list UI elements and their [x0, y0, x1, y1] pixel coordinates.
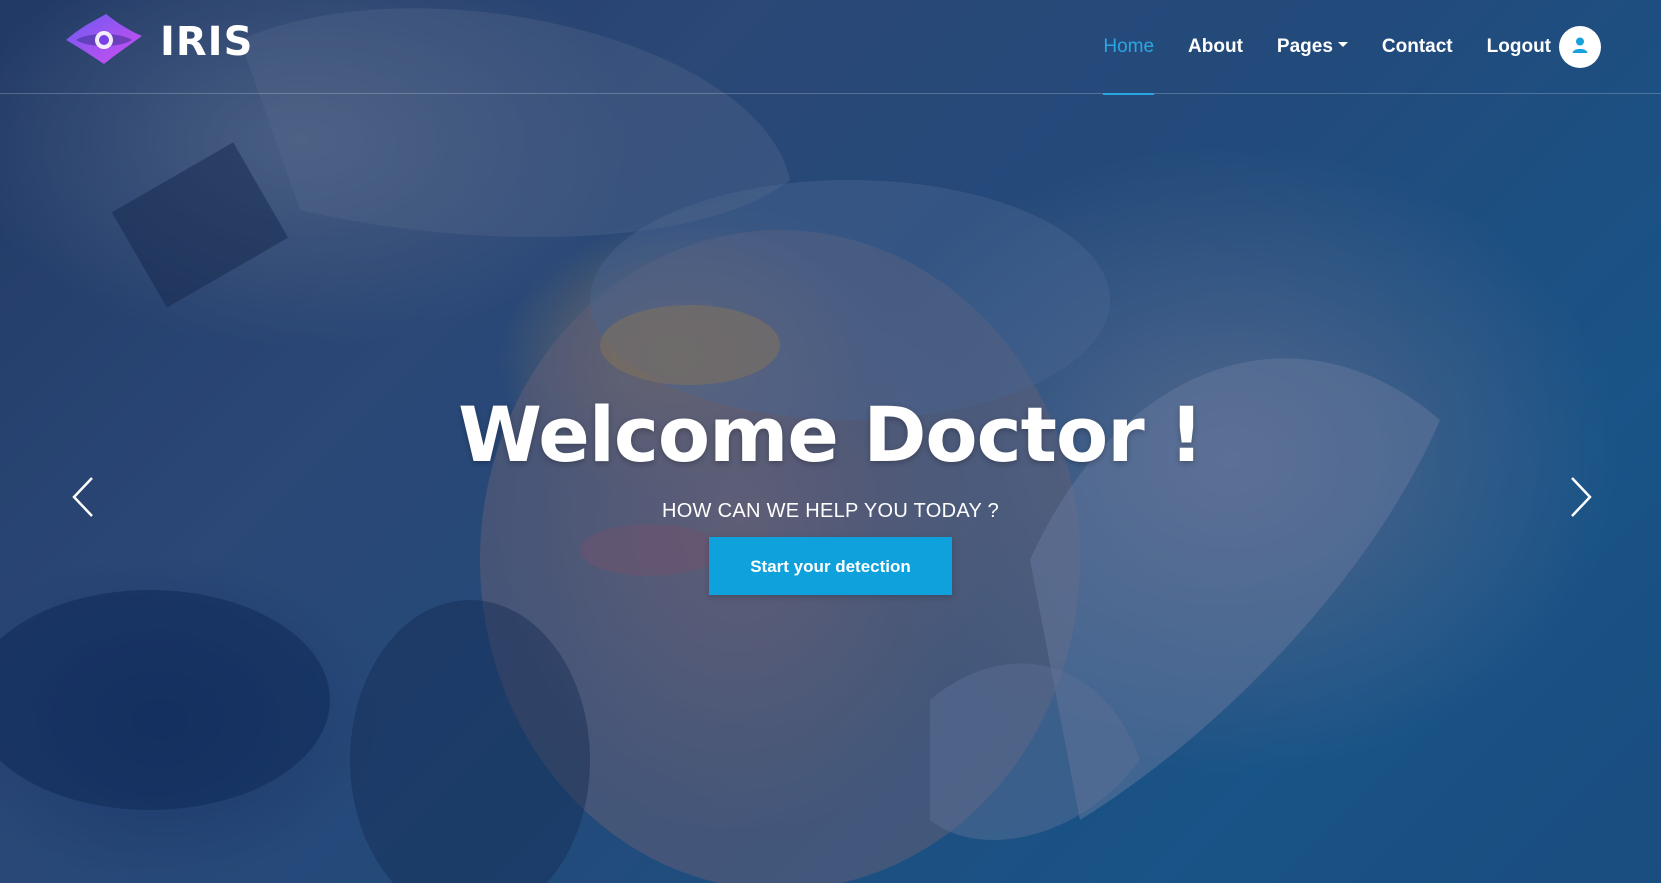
nav-logout-label: Logout [1486, 36, 1551, 57]
hero-title: Welcome Doctor ! [458, 390, 1204, 479]
user-avatar-button[interactable] [1559, 26, 1601, 68]
nav-contact[interactable]: Contact [1382, 0, 1453, 94]
nav-about-label: About [1188, 36, 1243, 57]
brand[interactable]: IRIS [62, 12, 253, 71]
nav-links: Home About Pages Contact Logout [1069, 0, 1601, 95]
hero-carousel: IRIS Home About Pages Contact Logout Wel… [0, 0, 1661, 883]
hero-subtitle: HOW CAN WE HELP YOU TODAY ? [661, 500, 1000, 522]
nav-home[interactable]: Home [1103, 0, 1155, 95]
nav-home-label: Home [1103, 36, 1155, 57]
nav-logout[interactable]: Logout [1487, 0, 1551, 94]
start-detection-button[interactable]: Start your detection [709, 537, 952, 595]
nav-pages-label: Pages [1276, 36, 1333, 57]
hero-content: Welcome Doctor ! HOW CAN WE HELP YOU TOD… [0, 390, 1661, 595]
nav-pages-dropdown[interactable]: Pages [1277, 0, 1348, 94]
eye-logo-icon [62, 12, 146, 71]
nav-about[interactable]: About [1188, 0, 1243, 94]
user-icon [1571, 36, 1589, 59]
nav-contact-label: Contact [1381, 36, 1453, 57]
navbar: IRIS Home About Pages Contact Logout [0, 0, 1661, 95]
caret-down-icon [1337, 41, 1348, 47]
brand-name: IRIS [160, 18, 254, 65]
